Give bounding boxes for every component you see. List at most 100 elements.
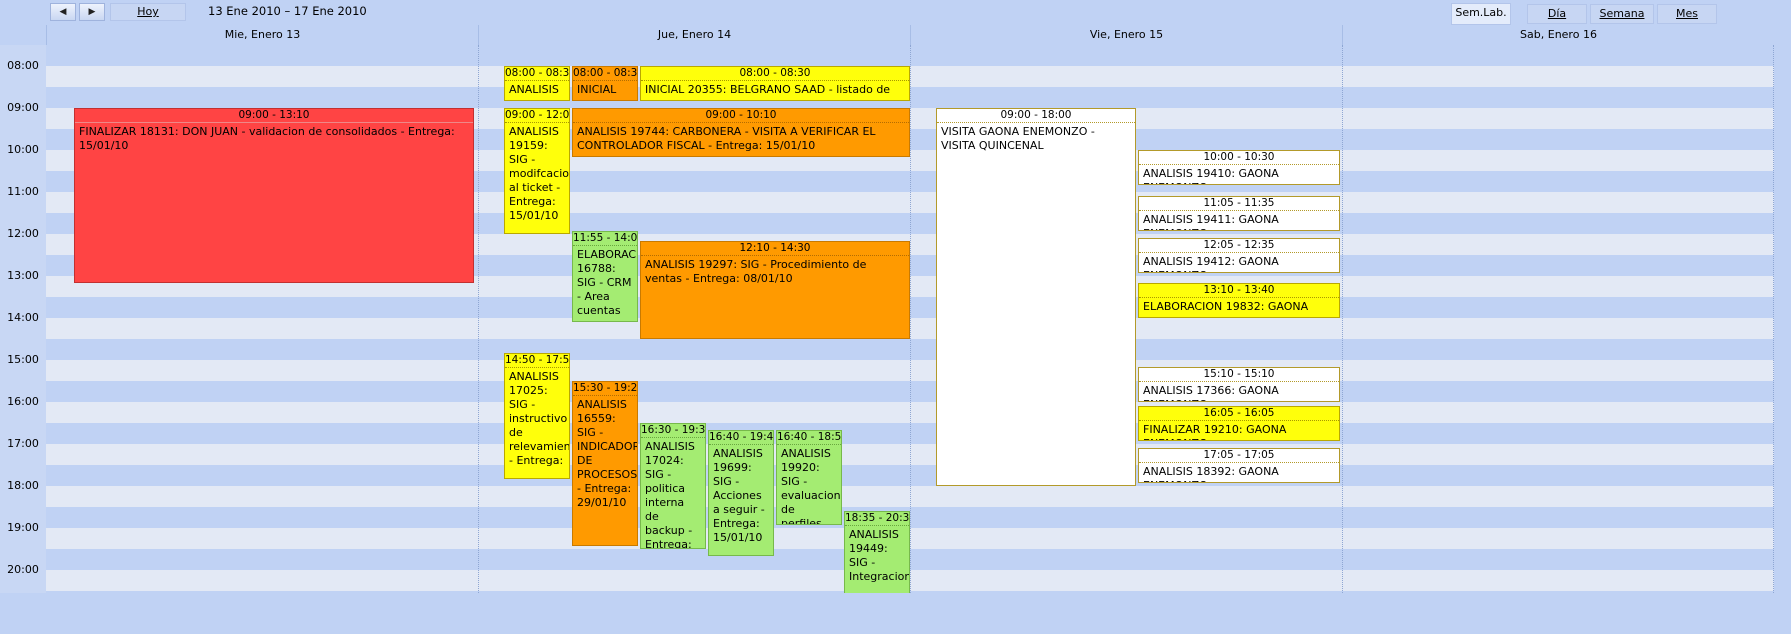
event-time: 15:30 - 19:25	[573, 382, 637, 396]
day-separator	[1342, 45, 1343, 593]
event-time: 08:00 - 08:30	[505, 67, 569, 81]
event-time: 17:05 - 17:05	[1139, 449, 1339, 463]
event-time: 09:00 - 13:10	[75, 109, 473, 123]
event-title: FINALIZAR 18131: DON JUAN - validacion d…	[79, 125, 455, 152]
today-button[interactable]: Hoy	[110, 3, 186, 21]
event-title: ANALISIS 19411: GAONA ENEMONZO -	[1143, 212, 1279, 230]
calendar-event[interactable]: 09:00 - 13:10 FINALIZAR 18131: DON JUAN -…	[74, 108, 474, 283]
hour-label: 20:00	[7, 563, 39, 576]
event-title: ANALISIS 17366: GAONA ENEMONZO -	[1143, 384, 1279, 401]
day-separator	[910, 45, 911, 593]
hour-label: 18:00	[7, 479, 39, 492]
day-header: Vie, Enero 15	[910, 25, 1342, 45]
event-title: INICIAL 20355: BELGRANO SAAD - listado d…	[645, 83, 891, 96]
event-title: VISITA GAONA ENEMONZO - VISITA QUINCENAL	[941, 125, 1095, 152]
event-time: 16:40 - 18:55	[777, 431, 841, 445]
calendar-event[interactable]: 09:00 - 18:00 VISITA GAONA ENEMONZO - VIS…	[936, 108, 1136, 486]
calendar-event[interactable]: 16:30 - 19:30 ANALISIS 17024: SIG - polit…	[640, 423, 706, 549]
day-headers: Mie, Enero 13 Jue, Enero 14 Vie, Enero 1…	[46, 25, 1774, 45]
event-title: ANALISIS 16559: SIG - INDICADORES DE PRO…	[577, 398, 638, 509]
event-time: 12:10 - 14:30	[641, 242, 909, 256]
day-separator	[478, 45, 479, 593]
event-time: 16:30 - 19:30	[641, 424, 705, 438]
hour-label: 09:00	[7, 101, 39, 114]
hour-label: 17:00	[7, 437, 39, 450]
event-title: ANALISIS 19410: GAONA ENEMONZO -	[1143, 167, 1279, 184]
calendar-event[interactable]: 14:50 - 17:50 ANALISIS 17025: SIG - instr…	[504, 353, 570, 479]
event-title: INICIAL	[577, 83, 617, 96]
event-title: ANALISIS 18392: GAONA ENEMONZO -	[1143, 464, 1279, 482]
event-title: FINALIZAR 19210: GAONA ENEMONZO	[1143, 422, 1287, 440]
event-title: ANALISIS 19699: SIG - Acciones a seguir …	[713, 447, 765, 544]
event-title: ANALISIS	[509, 83, 559, 96]
calendar-event[interactable]: 18:35 - 20:35 ANALISIS 19449: SIG - Integ…	[844, 510, 910, 593]
hour-label: 13:00	[7, 269, 39, 282]
calendar-event[interactable]: 09:00 - 12:00 ANALISIS 19159: SIG - modif…	[504, 108, 570, 234]
event-time: 09:00 - 18:00	[937, 109, 1135, 123]
hour-label: 08:00	[7, 59, 39, 72]
event-title: ELABORACION 19832: GAONA	[1143, 300, 1309, 313]
hour-label: 10:00	[7, 143, 39, 156]
event-time: 14:50 - 17:50	[505, 354, 569, 368]
event-time: 16:40 - 19:40	[709, 431, 773, 445]
event-time: 09:00 - 12:00	[505, 109, 569, 123]
next-week-button[interactable]: ▶	[79, 3, 105, 21]
event-time: 18:35 - 20:35	[845, 511, 909, 526]
event-title: ANALISIS 19412: GAONA ENEMONZO -	[1143, 254, 1279, 272]
calendar-event[interactable]: 08:00 - 08:30 INICIAL	[572, 66, 638, 101]
hour-label: 11:00	[7, 185, 39, 198]
calendar-event[interactable]: 12:05 - 12:35ANALISIS 19412: GAONA ENEMO…	[1138, 237, 1340, 273]
event-time: 08:00 - 08:30	[641, 67, 909, 81]
calendar-event[interactable]: 16:05 - 16:05FINALIZAR 19210: GAONA ENEM…	[1138, 405, 1340, 441]
day-header: Mie, Enero 13	[46, 25, 478, 45]
event-time: 09:00 - 10:10	[573, 109, 909, 123]
tab-day[interactable]: Día	[1527, 4, 1587, 24]
hour-label: 14:00	[7, 311, 39, 324]
event-time: 16:05 - 16:05	[1139, 407, 1339, 421]
calendar-event[interactable]: 16:40 - 19:40 ANALISIS 19699: SIG - Accio…	[708, 430, 774, 556]
event-time: 13:10 - 13:40	[1139, 284, 1339, 298]
hour-label: 19:00	[7, 521, 39, 534]
date-range-label: 13 Ene 2010 – 17 Ene 2010	[208, 4, 367, 18]
event-title: ANALISIS 19297: SIG - Procedimiento de v…	[645, 258, 867, 285]
tab-month[interactable]: Mes	[1657, 4, 1717, 24]
event-title: ANALISIS 19159: SIG - modifcacion al tic…	[509, 125, 570, 222]
hour-label: 12:00	[7, 227, 39, 240]
calendar-event[interactable]: 12:10 - 14:30 ANALISIS 19297: SIG - Proce…	[640, 241, 910, 339]
event-title: ANALISIS 19744: CARBONERA - VISITA A VER…	[577, 125, 876, 152]
event-title: ELABORACION 16788: SIG - CRM - Area cuen…	[577, 247, 637, 317]
calendar-event[interactable]: 17:05 - 17:05ANALISIS 18392: GAONA ENEMO…	[1138, 447, 1340, 483]
hour-label: 16:00	[7, 395, 39, 408]
time-column: 08:00 09:00 10:00 11:00 12:00 13:00 14:0…	[0, 45, 46, 593]
calendar-event[interactable]: 08:00 - 08:30 ANALISIS	[504, 66, 570, 101]
prev-week-button[interactable]: ◀	[50, 3, 76, 21]
event-time: 11:55 - 14:05	[573, 231, 637, 246]
calendar-event[interactable]: 16:40 - 18:55 ANALISIS 19920: SIG - evalu…	[776, 430, 842, 525]
event-title: ANALISIS 17025: SIG - instructivo de rel…	[509, 370, 570, 467]
calendar-event[interactable]: 15:30 - 19:25 ANALISIS 16559: SIG - INDIC…	[572, 381, 638, 546]
calendar-event[interactable]: 11:05 - 11:35ANALISIS 19411: GAONA ENEMO…	[1138, 195, 1340, 231]
event-time: 10:00 - 10:30	[1139, 151, 1339, 165]
calendar-event[interactable]: 11:55 - 14:05ELABORACION 16788: SIG - CR…	[572, 230, 638, 322]
day-header: Sab, Enero 16	[1342, 25, 1774, 45]
calendar-event[interactable]: 08:00 - 08:30 INICIAL 20355: BELGRANO SAA…	[640, 66, 910, 101]
event-time: 08:00 - 08:30	[573, 67, 637, 81]
day-separator	[1773, 45, 1774, 593]
calendar-event[interactable]: 10:00 - 10:30 ANALISIS 19410: GAONA ENEMO…	[1138, 150, 1340, 185]
arrow-right-icon: ▶	[88, 7, 96, 17]
event-time: 11:05 - 11:35	[1139, 197, 1339, 211]
event-title: ANALISIS 19920: SIG - evaluaciones de pe…	[781, 447, 841, 525]
calendar-event[interactable]: 09:00 - 10:10 ANALISIS 19744: CARBONERA -…	[572, 108, 910, 157]
tab-work-week[interactable]: Sem.Lab.	[1451, 3, 1511, 25]
calendar-event[interactable]: 15:10 - 15:10 ANALISIS 17366: GAONA ENEMO…	[1138, 367, 1340, 402]
event-time: 12:05 - 12:35	[1139, 239, 1339, 253]
calendar-grid[interactable]: 09:00 - 13:10 FINALIZAR 18131: DON JUAN -…	[46, 45, 1774, 593]
event-time: 15:10 - 15:10	[1139, 368, 1339, 382]
day-header: Jue, Enero 14	[478, 25, 910, 45]
calendar-event[interactable]: 13:10 - 13:40 ELABORACION 19832: GAONA	[1138, 283, 1340, 318]
arrow-left-icon: ◀	[59, 7, 67, 17]
event-title: ANALISIS 17024: SIG - politica interna d…	[645, 440, 695, 549]
hour-label: 15:00	[7, 353, 39, 366]
event-title: ANALISIS 19449: SIG - Integracion	[849, 527, 910, 583]
tab-week[interactable]: Semana	[1590, 4, 1654, 24]
